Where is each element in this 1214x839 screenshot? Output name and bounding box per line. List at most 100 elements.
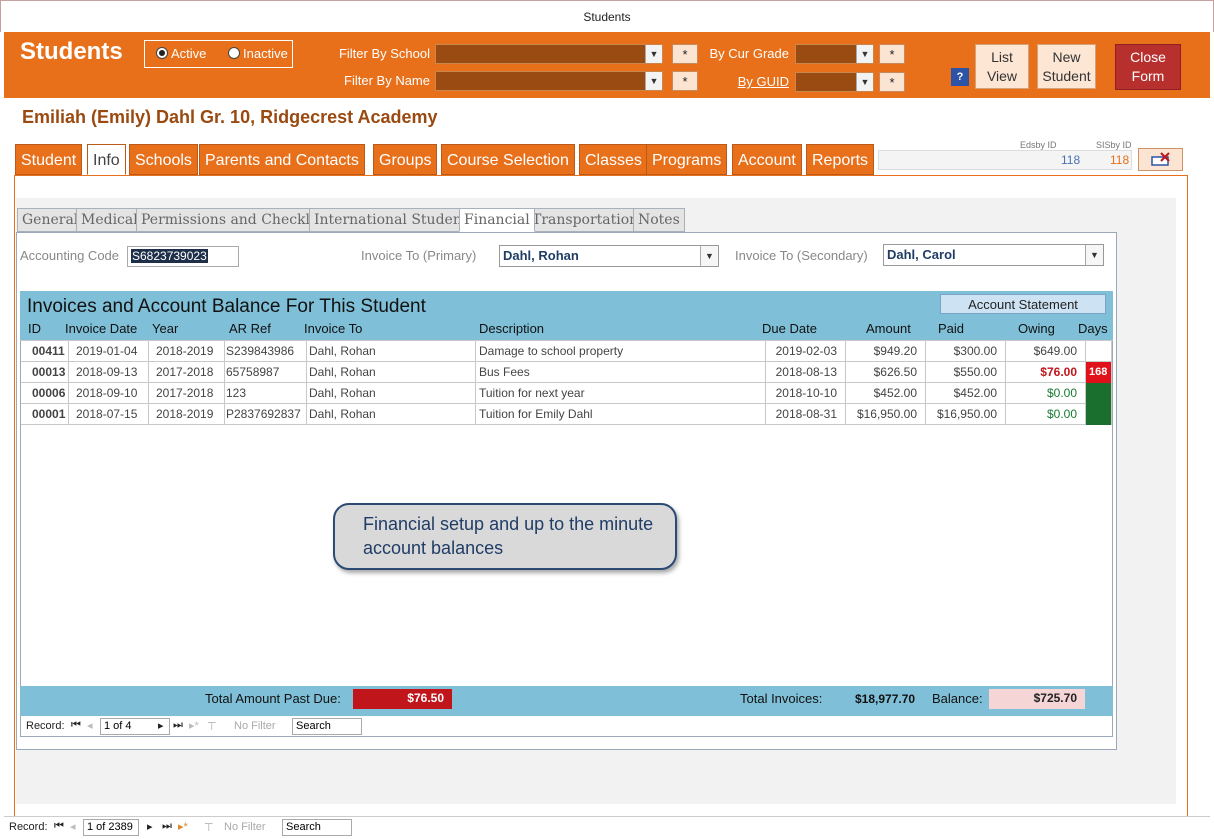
cell-ar-ref: 123 — [225, 383, 307, 404]
search-input[interactable]: Search — [282, 819, 352, 836]
sisby-id-value: 118 — [1110, 153, 1130, 167]
clear-school-filter-button[interactable]: * — [672, 44, 698, 64]
table-row[interactable]: 00411 2019-01-04 2018-2019 S239843986 Da… — [21, 341, 1112, 362]
subform-record-nav: Record: ⏮ ◂ 1 of 4 ▸ ⏭ ▸* ⊤ No Filter Se… — [21, 716, 1112, 736]
no-filter-label[interactable]: No Filter — [224, 821, 266, 833]
new-record-icon[interactable]: ▸* — [189, 719, 199, 732]
subtab-permissions[interactable]: Permissions and Checklist — [136, 208, 333, 232]
filter-school-combo[interactable]: ▼ — [435, 44, 663, 64]
chevron-down-icon[interactable]: ▼ — [645, 72, 662, 90]
prev-record-icon[interactable]: ◂ — [70, 820, 76, 833]
table-row[interactable]: 00001 2018-07-15 2018-2019 P2837692837 D… — [21, 404, 1112, 425]
subtab-medical[interactable]: Medical — [76, 208, 143, 232]
col-header-invoice-to: Invoice To — [304, 321, 363, 336]
tab-info[interactable]: Info — [87, 144, 126, 175]
tab-schools[interactable]: Schools — [129, 144, 198, 175]
tab-course-selection[interactable]: Course Selection — [441, 144, 575, 175]
window-title: Students — [0, 0, 1214, 32]
subtab-international[interactable]: International Students — [309, 208, 480, 232]
help-icon[interactable]: ? — [951, 68, 969, 86]
invoices-header: Invoices and Account Balance For This St… — [20, 291, 1113, 340]
first-record-icon[interactable]: ⏮ — [54, 820, 64, 833]
new-student-button[interactable]: New Student — [1037, 44, 1096, 89]
radio-inactive-indicator[interactable] — [228, 47, 240, 59]
account-statement-button[interactable]: Account Statement — [940, 294, 1106, 314]
student-name-heading: Emiliah (Emily) Dahl Gr. 10, Ridgecrest … — [22, 107, 438, 127]
last-record-icon[interactable]: ⏭ — [173, 719, 183, 732]
cell-days — [1086, 383, 1112, 404]
cell-ar-ref: 65758987 — [225, 362, 307, 383]
guid-combo[interactable]: ▼ — [795, 72, 874, 92]
guid-link[interactable]: By GUID — [704, 74, 789, 89]
chevron-down-icon[interactable]: ▼ — [700, 246, 718, 266]
cur-grade-combo[interactable]: ▼ — [795, 44, 874, 64]
cell-id: 00006 — [21, 383, 69, 404]
radio-active-label: Active — [171, 46, 207, 61]
next-record-icon[interactable]: ▸ — [158, 719, 164, 732]
tab-account[interactable]: Account — [732, 144, 802, 175]
table-row[interactable]: 00013 2018-09-13 2017-2018 65758987 Dahl… — [21, 362, 1112, 383]
tab-parents-contacts[interactable]: Parents and Contacts — [199, 144, 365, 175]
cell-invoice-to: Dahl, Rohan — [307, 383, 476, 404]
cell-paid: $16,950.00 — [926, 404, 1006, 425]
tab-student[interactable]: Student — [15, 144, 83, 175]
tab-reports[interactable]: Reports — [806, 144, 875, 175]
radio-active[interactable]: Active — [156, 46, 206, 61]
new-record-icon[interactable]: ▸* — [178, 820, 188, 833]
subtab-transportation[interactable]: Transportation — [527, 208, 644, 232]
record-label: Record: — [26, 720, 65, 732]
chevron-down-icon[interactable]: ▼ — [856, 73, 873, 91]
invoice-secondary-label: Invoice To (Secondary) — [735, 248, 868, 263]
last-record-icon[interactable]: ⏭ — [162, 820, 172, 833]
chevron-down-icon[interactable]: ▼ — [1085, 245, 1103, 265]
filter-icon[interactable]: ⊤ — [204, 821, 214, 834]
invoice-secondary-select[interactable]: Dahl, Carol ▼ — [883, 244, 1104, 266]
tab-groups[interactable]: Groups — [373, 144, 438, 175]
invoice-primary-select[interactable]: Dahl, Rohan ▼ — [499, 245, 719, 267]
subtab-financial[interactable]: Financial — [459, 208, 535, 232]
table-row[interactable]: 00006 2018-09-10 2017-2018 123 Dahl, Roh… — [21, 383, 1112, 404]
record-position-field[interactable]: 1 of 2389 — [83, 819, 139, 836]
total-past-due-label: Total Amount Past Due: — [205, 691, 341, 706]
cell-paid: $452.00 — [926, 383, 1006, 404]
cell-amount: $452.00 — [846, 383, 926, 404]
first-record-icon[interactable]: ⏮ — [71, 719, 81, 732]
next-record-icon[interactable]: ▸ — [147, 820, 153, 833]
ids-box: 118 118 — [878, 150, 1132, 170]
search-input[interactable]: Search — [292, 718, 362, 735]
balance-label: Balance: — [932, 691, 983, 706]
subtab-notes[interactable]: Notes — [633, 208, 685, 232]
filter-icon[interactable]: ⊤ — [207, 720, 217, 733]
filter-name-combo[interactable]: ▼ — [435, 71, 663, 91]
sisby-id-label: SISby ID — [1096, 140, 1132, 150]
delete-record-icon[interactable] — [1150, 152, 1172, 168]
cell-description: Tuition for Emily Dahl — [476, 404, 766, 425]
radio-inactive[interactable]: Inactive — [228, 46, 288, 61]
tab-classes[interactable]: Classes — [579, 144, 648, 175]
delete-student-button[interactable] — [1138, 148, 1183, 171]
close-form-button[interactable]: Close Form — [1115, 44, 1181, 90]
cell-id: 00013 — [21, 362, 69, 383]
accounting-code-field[interactable]: S6823739023 — [127, 246, 239, 267]
cell-ar-ref: S239843986 — [225, 341, 307, 362]
invoice-primary-label: Invoice To (Primary) — [361, 248, 477, 263]
no-filter-label[interactable]: No Filter — [234, 720, 276, 732]
prev-record-icon[interactable]: ◂ — [87, 719, 93, 732]
invoice-primary-value: Dahl, Rohan — [503, 248, 579, 263]
col-header-due-date: Due Date — [762, 321, 817, 336]
cell-due-date: 2018-08-13 — [766, 362, 846, 383]
clear-grade-filter-button[interactable]: * — [879, 44, 905, 64]
radio-active-indicator[interactable] — [156, 47, 168, 59]
total-invoices-value: $18,977.70 — [855, 692, 916, 706]
list-view-button[interactable]: List View — [975, 44, 1029, 89]
col-header-amount: Amount — [866, 321, 911, 336]
clear-name-filter-button[interactable]: * — [672, 71, 698, 91]
chevron-down-icon[interactable]: ▼ — [856, 45, 873, 63]
chevron-down-icon[interactable]: ▼ — [645, 45, 662, 63]
cell-description: Bus Fees — [476, 362, 766, 383]
accounting-code-label: Accounting Code — [20, 248, 120, 263]
subtab-general[interactable]: General — [17, 208, 84, 232]
tab-programs[interactable]: Programs — [646, 144, 728, 175]
clear-guid-filter-button[interactable]: * — [879, 72, 905, 92]
cell-year: 2018-2019 — [149, 404, 225, 425]
